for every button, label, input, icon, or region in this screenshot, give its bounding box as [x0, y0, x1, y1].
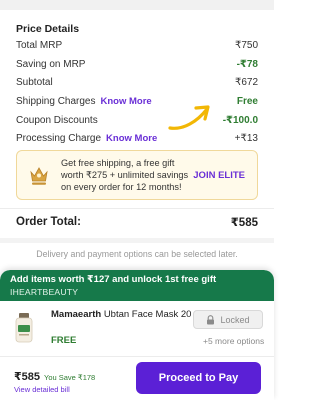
footer-total-line: ₹585 You Save ₹178	[14, 370, 95, 383]
join-elite-button[interactable]: JOIN ELITE	[193, 170, 245, 181]
delivery-note: Delivery and payment options can be sele…	[36, 249, 238, 259]
processing-charge-value: +₹13	[234, 133, 258, 145]
elite-crown-icon	[27, 160, 51, 190]
row-shipping-charges: Shipping Charges Know More Free	[16, 92, 258, 111]
checkout-footer: ₹585 You Save ₹178 View detailed bill Pr…	[0, 357, 274, 400]
total-mrp-value: ₹750	[234, 39, 258, 51]
gift-banner-code: IHEARTBEAUTY	[10, 287, 79, 297]
row-coupon-discounts: Coupon Discounts -₹100.0	[16, 111, 258, 130]
bottom-sheet: Add items worth ₹127 and unlock 1st free…	[0, 270, 274, 400]
gift-banner-title: Add items worth ₹127 and unlock 1st free…	[10, 274, 217, 285]
row-subtotal: Subtotal ₹672	[16, 73, 258, 92]
locked-button[interactable]: Locked	[193, 310, 263, 329]
order-total: Order Total: ₹585	[16, 212, 258, 232]
price-details-title: Price Details	[16, 23, 80, 35]
section-divider	[0, 238, 274, 243]
row-total-mrp: Total MRP ₹750	[16, 36, 258, 55]
proceed-to-pay-button[interactable]: Proceed to Pay	[136, 362, 261, 394]
divider	[0, 208, 274, 209]
more-options-link[interactable]: +5 more options	[203, 336, 264, 346]
processing-know-more-link[interactable]: Know More	[106, 133, 157, 144]
subtotal-value: ₹672	[234, 77, 258, 89]
free-gift-banner: Add items worth ₹127 and unlock 1st free…	[0, 270, 274, 301]
product-price: FREE	[51, 335, 77, 346]
saving-on-mrp-label: Saving on MRP	[16, 58, 86, 70]
saving-on-mrp-value: -₹78	[236, 58, 258, 70]
subtotal-label: Subtotal	[16, 77, 53, 89]
processing-label-group: Processing Charge Know More	[16, 133, 157, 144]
locked-label: Locked	[220, 314, 250, 325]
shipping-label-group: Shipping Charges Know More	[16, 96, 152, 107]
shipping-charges-value: Free	[236, 95, 258, 107]
shipping-charges-label: Shipping Charges	[16, 95, 96, 107]
price-details: Price Details Total MRP ₹750 Saving on M…	[16, 22, 258, 148]
order-total-label: Order Total:	[16, 216, 81, 228]
coupon-discounts-label: Coupon Discounts	[16, 114, 98, 126]
footer-you-save: You Save ₹178	[44, 373, 96, 382]
row-saving-on-mrp: Saving on MRP -₹78	[16, 55, 258, 74]
product-title: Ubtan Face Mask 20 g	[103, 309, 200, 320]
promo-text: Get free shipping, a free gift worth ₹27…	[61, 158, 189, 192]
shipping-know-more-link[interactable]: Know More	[101, 96, 152, 107]
order-total-value: ₹585	[230, 217, 258, 229]
elite-promo-card[interactable]: Get free shipping, a free gift worth ₹27…	[16, 150, 258, 200]
coupon-discounts-value: -₹100.0	[222, 114, 258, 126]
lock-icon	[207, 314, 215, 324]
product-brand: Mamaearth	[51, 309, 102, 320]
top-strip	[0, 0, 274, 10]
product-thumbnail-icon	[15, 313, 33, 343]
gift-product-row: Mamaearth Ubtan Face Mask 20 g FREE Lock…	[0, 303, 274, 355]
total-mrp-label: Total MRP	[16, 39, 63, 51]
row-processing-charge: Processing Charge Know More +₹13	[16, 129, 258, 148]
footer-total-amount: ₹585	[14, 371, 41, 383]
view-detailed-bill-link[interactable]: View detailed bill	[14, 385, 70, 394]
processing-charge-label: Processing Charge	[16, 133, 102, 145]
annotation-arrow-icon	[168, 105, 210, 130]
product-name: Mamaearth Ubtan Face Mask 20 g	[51, 309, 211, 321]
